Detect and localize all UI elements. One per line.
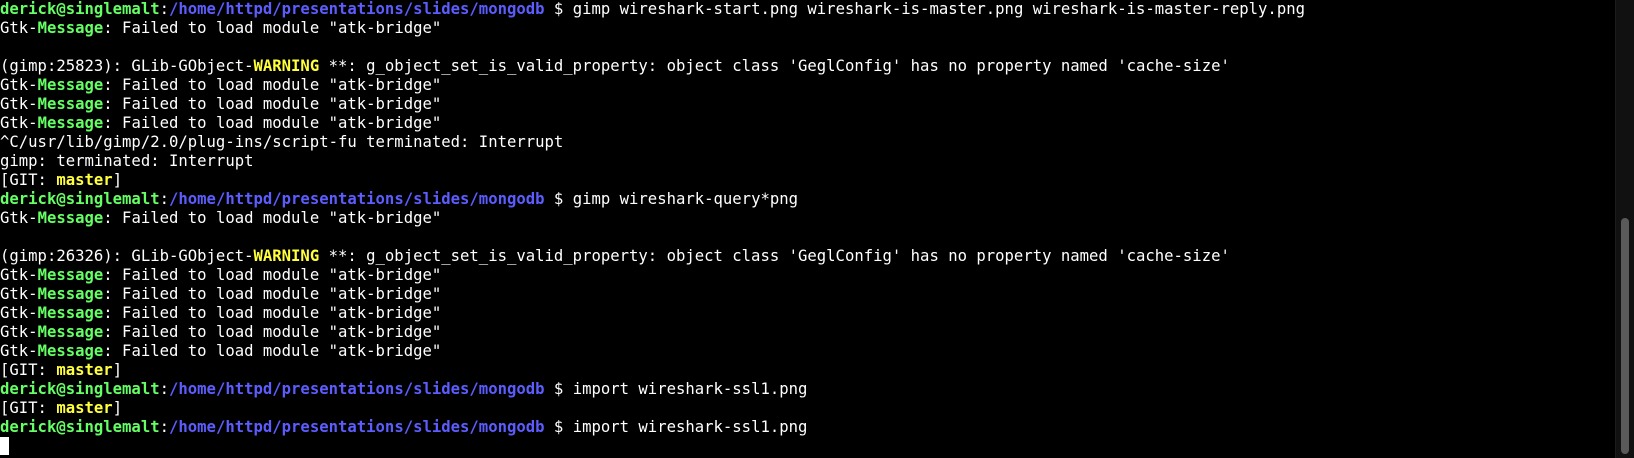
terminal-line: [GIT: master] xyxy=(0,399,1608,418)
terminal-text: : Failed to load module "atk-bridge" xyxy=(103,304,442,322)
terminal-text: Gtk- xyxy=(0,266,38,284)
terminal-line: Gtk-Message: Failed to load module "atk-… xyxy=(0,266,1608,285)
cursor-line xyxy=(0,437,1608,456)
terminal-text: Gtk- xyxy=(0,209,38,227)
terminal-text: Gtk- xyxy=(0,285,38,303)
terminal-text: [GIT: xyxy=(0,361,57,379)
terminal-text: derick@singlemalt xyxy=(0,418,160,436)
terminal-text: Gtk- xyxy=(0,342,38,360)
terminal-line: (gimp:26326): GLib-GObject-WARNING **: g… xyxy=(0,247,1608,266)
terminal-line: derick@singlemalt:/home/httpd/presentati… xyxy=(0,418,1608,437)
terminal-text: **: g_object_set_is_valid_property: obje… xyxy=(319,57,1230,75)
terminal-text: Message xyxy=(37,323,104,341)
terminal-text: : xyxy=(159,0,169,18)
terminal-text: $ import wireshark-ssl1.png xyxy=(544,418,808,436)
terminal-text: : xyxy=(159,418,169,436)
terminal-line: gimp: terminated: Interrupt xyxy=(0,152,1608,171)
scrollbar[interactable] xyxy=(1615,0,1634,458)
terminal-text: ] xyxy=(112,361,123,379)
terminal-text: Gtk- xyxy=(0,304,38,322)
terminal-text: : Failed to load module "atk-bridge" xyxy=(103,76,442,94)
terminal-text: : Failed to load module "atk-bridge" xyxy=(103,342,442,360)
terminal-text: Message xyxy=(37,114,104,132)
terminal-line: Gtk-Message: Failed to load module "atk-… xyxy=(0,114,1608,133)
terminal-text: /home/httpd/presentations/slides/mongodb xyxy=(169,0,545,18)
terminal-text: **: g_object_set_is_valid_property: obje… xyxy=(319,247,1230,265)
terminal-text: ] xyxy=(112,171,123,189)
scrollbar-thumb[interactable] xyxy=(1621,218,1629,454)
terminal-text: Gtk- xyxy=(0,95,38,113)
terminal-text: : Failed to load module "atk-bridge" xyxy=(103,285,442,303)
terminal-text: : Failed to load module "atk-bridge" xyxy=(103,209,442,227)
terminal-line: Gtk-Message: Failed to load module "atk-… xyxy=(0,285,1608,304)
terminal-text: WARNING xyxy=(253,57,320,75)
terminal-line: Gtk-Message: Failed to load module "atk-… xyxy=(0,19,1608,38)
terminal-text: WARNING xyxy=(253,247,320,265)
terminal-text: derick@singlemalt xyxy=(0,380,160,398)
terminal-text: : Failed to load module "atk-bridge" xyxy=(103,266,442,284)
terminal-text: : Failed to load module "atk-bridge" xyxy=(103,95,442,113)
terminal-text: $ gimp wireshark-start.png wireshark-is-… xyxy=(544,0,1305,18)
terminal-text: derick@singlemalt xyxy=(0,190,160,208)
terminal-text: : Failed to load module "atk-bridge" xyxy=(103,19,442,37)
terminal-text: ^C/usr/lib/gimp/2.0/plug-ins/script-fu t… xyxy=(0,133,564,151)
terminal-line: Gtk-Message: Failed to load module "atk-… xyxy=(0,342,1608,361)
terminal-text: master xyxy=(56,361,113,379)
terminal-line: [GIT: master] xyxy=(0,171,1608,190)
terminal-line: Gtk-Message: Failed to load module "atk-… xyxy=(0,76,1608,95)
terminal-line: Gtk-Message: Failed to load module "atk-… xyxy=(0,304,1608,323)
terminal-text: Message xyxy=(37,95,104,113)
terminal-line: (gimp:25823): GLib-GObject-WARNING **: g… xyxy=(0,57,1608,76)
terminal-output[interactable]: derick@singlemalt:/home/httpd/presentati… xyxy=(0,0,1608,458)
terminal-text: master xyxy=(56,399,113,417)
terminal-line: Gtk-Message: Failed to load module "atk-… xyxy=(0,209,1608,228)
terminal-line: Gtk-Message: Failed to load module "atk-… xyxy=(0,95,1608,114)
terminal-text: gimp: terminated: Interrupt xyxy=(0,152,254,170)
terminal-line: ^C/usr/lib/gimp/2.0/plug-ins/script-fu t… xyxy=(0,133,1608,152)
terminal-text: Message xyxy=(37,342,104,360)
terminal-line: [GIT: master] xyxy=(0,361,1608,380)
terminal-text: /home/httpd/presentations/slides/mongodb xyxy=(169,190,545,208)
terminal-text: $ gimp wireshark-query*png xyxy=(544,190,799,208)
text-cursor[interactable] xyxy=(0,437,9,455)
terminal-text: /home/httpd/presentations/slides/mongodb xyxy=(169,380,545,398)
terminal-text: Gtk- xyxy=(0,19,38,37)
terminal-text: Gtk- xyxy=(0,114,38,132)
terminal-text: $ import wireshark-ssl1.png xyxy=(544,380,808,398)
terminal-text: : xyxy=(159,190,169,208)
terminal-text: Message xyxy=(37,266,104,284)
terminal-text: derick@singlemalt xyxy=(0,0,160,18)
terminal-text: ] xyxy=(112,399,123,417)
terminal-text: [GIT: xyxy=(0,399,57,417)
terminal-text: (gimp:26326): GLib-GObject- xyxy=(0,247,254,265)
terminal-line: derick@singlemalt:/home/httpd/presentati… xyxy=(0,380,1608,399)
terminal-text: : Failed to load module "atk-bridge" xyxy=(103,114,442,132)
terminal-text: [GIT: xyxy=(0,171,57,189)
terminal-text: Message xyxy=(37,209,104,227)
terminal-line: derick@singlemalt:/home/httpd/presentati… xyxy=(0,0,1608,19)
terminal-text: Gtk- xyxy=(0,76,38,94)
terminal-text: Message xyxy=(37,285,104,303)
terminal-text: : Failed to load module "atk-bridge" xyxy=(103,323,442,341)
terminal-text: master xyxy=(56,171,113,189)
terminal-text: /home/httpd/presentations/slides/mongodb xyxy=(169,418,545,436)
terminal-line: Gtk-Message: Failed to load module "atk-… xyxy=(0,323,1608,342)
terminal-text: Message xyxy=(37,304,104,322)
terminal-text: Message xyxy=(37,76,104,94)
terminal-line: derick@singlemalt:/home/httpd/presentati… xyxy=(0,190,1608,209)
terminal-text: (gimp:25823): GLib-GObject- xyxy=(0,57,254,75)
terminal-text: Message xyxy=(37,19,104,37)
terminal-text: : xyxy=(159,380,169,398)
terminal-text: Gtk- xyxy=(0,323,38,341)
